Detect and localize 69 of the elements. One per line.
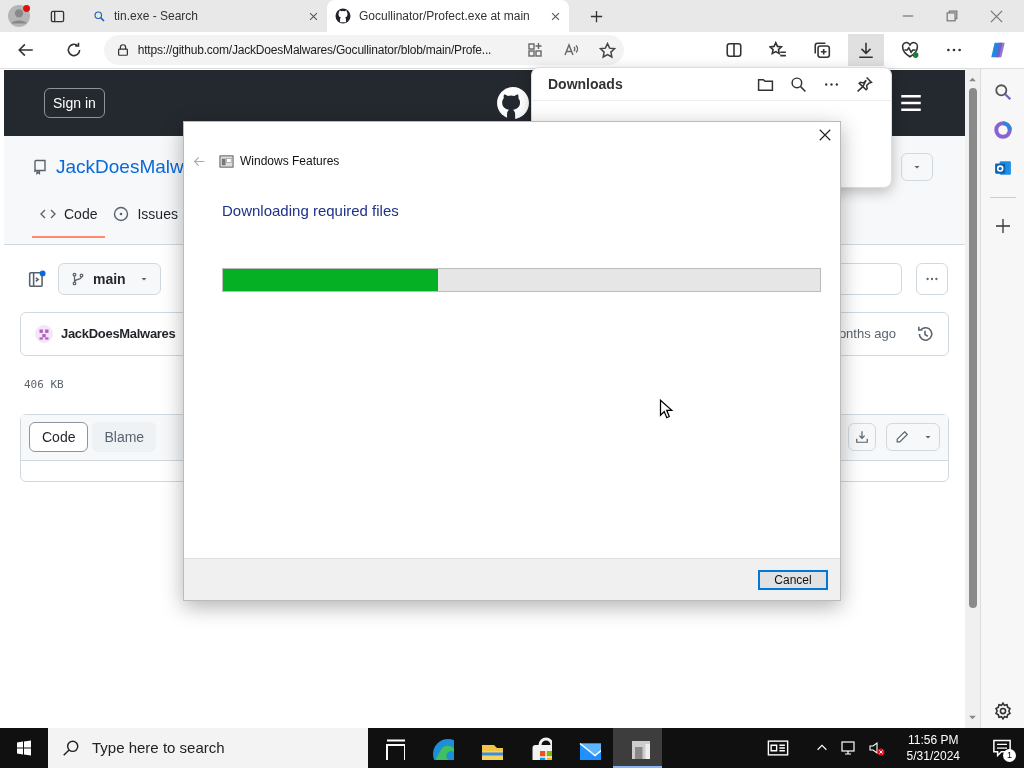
health-icon[interactable]: [901, 41, 919, 59]
collections-icon[interactable]: [813, 41, 831, 59]
taskbar-search-field[interactable]: Type here to search: [48, 728, 368, 768]
branch-icon: [71, 272, 85, 286]
settings-icon[interactable]: [993, 702, 1012, 720]
history-icon[interactable]: [916, 325, 934, 343]
download-button[interactable]: [848, 423, 876, 451]
download-icon[interactable]: [857, 41, 875, 59]
copilot-icon[interactable]: [989, 41, 1007, 59]
window-icon: [219, 153, 234, 169]
repo-icon: [32, 159, 48, 175]
scroll-up-icon: [968, 75, 977, 84]
repo-title[interactable]: JackDoesMalw: [56, 152, 184, 182]
new-tab-icon[interactable]: [589, 8, 604, 24]
tab-actions-icon[interactable]: [50, 8, 65, 24]
pencil-icon: [894, 430, 909, 444]
copilot-icon[interactable]: [993, 121, 1012, 139]
search-icon: [93, 9, 106, 23]
view-tab[interactable]: Blame: [92, 422, 157, 452]
split-screen-icon[interactable]: [725, 41, 743, 59]
browser-tab[interactable]: Gocullinator/Profect.exe at main: [327, 0, 569, 32]
news-icon[interactable]: [766, 737, 789, 759]
network-icon[interactable]: [840, 740, 857, 756]
windows-start-icon[interactable]: [16, 740, 32, 756]
caret-icon: [140, 275, 148, 283]
edit-button[interactable]: [886, 423, 940, 451]
github-logo-icon[interactable]: [495, 86, 530, 120]
pin-icon[interactable]: [856, 75, 873, 93]
view-tab[interactable]: Code: [29, 422, 89, 452]
repo-tab[interactable]: Issues: [105, 192, 186, 238]
scroll-down-icon: [968, 713, 977, 722]
search-icon[interactable]: [993, 83, 1012, 101]
caret-icon[interactable]: [913, 163, 921, 171]
issue-icon: [113, 206, 130, 222]
repo-tab[interactable]: Code: [32, 192, 106, 238]
back-icon[interactable]: [16, 41, 35, 59]
github-icon: [335, 8, 351, 24]
commit-author[interactable]: JackDoesMalwares: [61, 324, 176, 344]
branch-button[interactable]: main: [58, 263, 161, 295]
notification-badge: 1: [1003, 749, 1016, 762]
search-icon[interactable]: [790, 75, 807, 93]
sidebar-toggle-icon[interactable]: [28, 270, 46, 288]
close-icon[interactable]: [550, 10, 561, 22]
clock[interactable]: 11:56 PM 5/31/2024: [898, 732, 968, 764]
browser-tab[interactable]: tin.exe - Search: [85, 0, 327, 32]
caret-icon: [923, 433, 932, 441]
app-available-icon[interactable]: [527, 42, 543, 58]
panel-title: Downloads: [548, 74, 623, 94]
notification-icon[interactable]: [992, 738, 1012, 758]
add-icon[interactable]: [994, 218, 1011, 234]
volume-muted-icon[interactable]: [868, 740, 885, 756]
lock-icon: [115, 43, 130, 57]
file-size: 406 KB: [24, 377, 65, 393]
close-icon[interactable]: [818, 128, 832, 142]
cancel-button[interactable]: Cancel: [758, 569, 828, 590]
outlook-icon[interactable]: [993, 159, 1012, 177]
search-icon: [62, 739, 80, 757]
avatar-icon: [35, 325, 53, 343]
address-field[interactable]: https://github.com/JackDoesMalwares/Gocullinator/blob/main/Profe...: [103, 35, 624, 65]
profile-icon[interactable]: [8, 5, 30, 27]
download-icon: [855, 430, 869, 444]
dialog-title: Windows Features: [240, 153, 340, 170]
scrollbar[interactable]: [965, 69, 980, 728]
star-icon[interactable]: [599, 41, 616, 59]
restore-icon[interactable]: [945, 8, 959, 23]
favorites-icon[interactable]: [769, 41, 787, 59]
sign-in-button[interactable]: Sign in: [44, 88, 105, 118]
dialog-heading: Downloading required files: [222, 201, 400, 221]
read-aloud-icon[interactable]: [563, 42, 579, 58]
